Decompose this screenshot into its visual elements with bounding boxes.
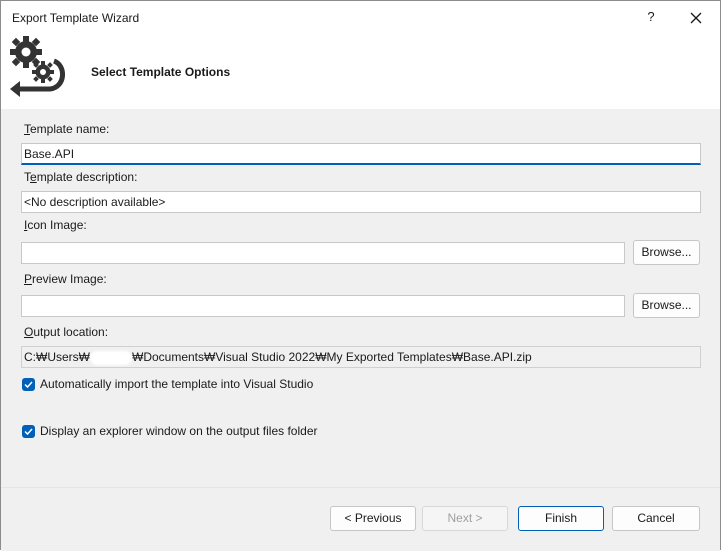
template-description-label: Template description:	[24, 170, 138, 184]
wizard-header: Select Template Options	[1, 35, 720, 109]
form-area: Template name: Template description: Ico…	[1, 109, 720, 487]
close-button[interactable]	[685, 7, 707, 29]
wizard-footer: < Previous Next > Finish Cancel	[1, 487, 720, 551]
cancel-button[interactable]: Cancel	[612, 506, 700, 531]
close-icon	[690, 12, 702, 24]
auto-import-checkbox[interactable]	[22, 378, 35, 391]
help-button[interactable]: ?	[641, 9, 661, 27]
auto-import-label: Automatically import the template into V…	[40, 377, 314, 391]
preview-image-browse-button[interactable]: Browse...	[633, 293, 700, 318]
output-location-prefix: C:₩Users₩	[24, 350, 90, 364]
window-title: Export Template Wizard	[12, 11, 140, 25]
gears-arrow-icon	[10, 36, 65, 97]
output-location-field[interactable]: C:₩Users₩ ₩Documents₩Visual Studio 2022₩M…	[21, 346, 701, 368]
template-description-input[interactable]	[21, 191, 701, 213]
icon-image-label: Icon Image:	[24, 218, 87, 232]
finish-button[interactable]: Finish	[518, 506, 604, 531]
page-title: Select Template Options	[91, 65, 231, 79]
export-template-wizard-window: Export Template Wizard ? Select Template…	[0, 0, 721, 551]
next-button[interactable]: Next >	[422, 506, 508, 531]
template-name-label: Template name:	[24, 122, 110, 136]
previous-button[interactable]: < Previous	[330, 506, 416, 531]
output-location-suffix: ₩Documents₩Visual Studio 2022₩My Exporte…	[132, 350, 532, 364]
checkmark-icon	[24, 381, 33, 389]
output-location-label: Output location:	[24, 325, 109, 339]
checkmark-icon	[24, 428, 33, 436]
preview-image-label: Preview Image:	[24, 272, 107, 286]
display-explorer-label: Display an explorer window on the output…	[40, 424, 318, 438]
title-bar: Export Template Wizard ?	[1, 1, 720, 35]
template-name-input[interactable]	[21, 143, 701, 165]
redacted-username	[90, 350, 132, 365]
icon-image-input[interactable]	[21, 242, 625, 264]
preview-image-input[interactable]	[21, 295, 625, 317]
icon-image-browse-button[interactable]: Browse...	[633, 240, 700, 265]
display-explorer-checkbox[interactable]	[22, 425, 35, 438]
